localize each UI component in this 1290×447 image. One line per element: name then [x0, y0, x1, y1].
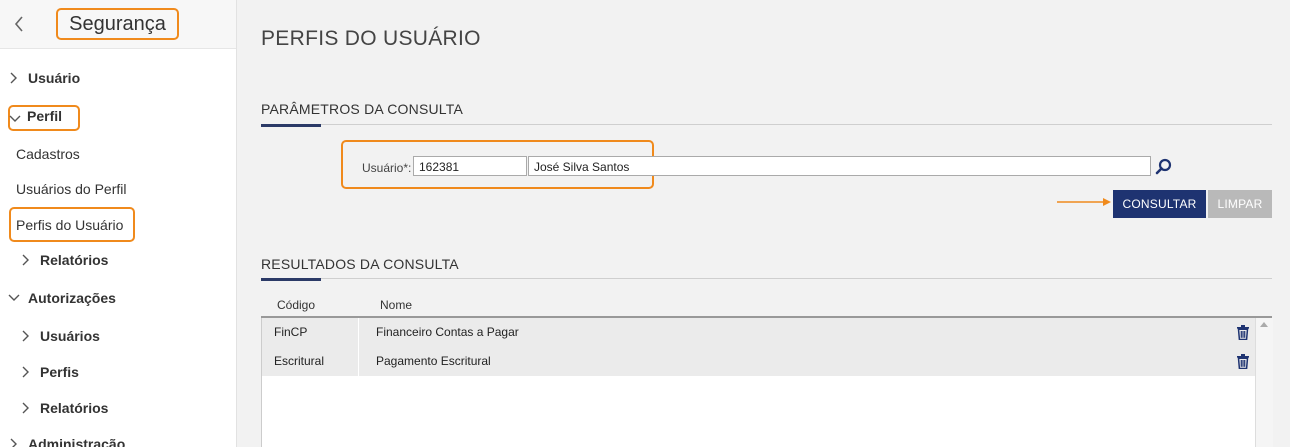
sidebar-item-relatorios[interactable]: Relatórios: [40, 252, 108, 268]
chevron-right-icon: [22, 330, 29, 342]
sidebar-item-usuario[interactable]: Usuário: [28, 70, 80, 86]
table-header: Código Nome: [261, 294, 1272, 318]
search-icon[interactable]: [1154, 157, 1174, 177]
chevron-right-icon: [22, 254, 29, 266]
sidebar-title: Segurança: [56, 8, 179, 40]
chevron-down-icon: [8, 294, 20, 301]
chevron-right-icon: [22, 402, 29, 414]
user-name-input[interactable]: José Silva Santos: [528, 156, 1151, 176]
trash-icon[interactable]: [1236, 354, 1250, 369]
column-separator: [358, 347, 359, 376]
sidebar-item-relatorios-aut[interactable]: Relatórios: [40, 400, 108, 416]
table-row[interactable]: FinCP Financeiro Contas a Pagar: [262, 318, 1256, 348]
chevron-down-icon: [9, 115, 21, 122]
cell-nome: Financeiro Contas a Pagar: [376, 325, 519, 339]
table-row[interactable]: Escritural Pagamento Escritural: [262, 347, 1256, 377]
sidebar: Segurança Usuário Perfil Cadastros Usuár…: [0, 0, 237, 447]
sidebar-header: Segurança: [0, 0, 236, 49]
arrow-icon: [1057, 198, 1111, 206]
back-chevron-icon[interactable]: [11, 14, 29, 34]
sidebar-item-perfil[interactable]: Perfil: [27, 108, 62, 124]
sidebar-item-perfis[interactable]: Perfis: [40, 364, 79, 380]
sidebar-item-autorizacoes[interactable]: Autorizações: [28, 290, 116, 306]
column-header-codigo[interactable]: Código: [277, 298, 315, 312]
trash-icon[interactable]: [1236, 325, 1250, 340]
column-header-nome[interactable]: Nome: [380, 298, 412, 312]
sidebar-item-usuarios-do-perfil[interactable]: Usuários do Perfil: [16, 181, 127, 197]
user-label: Usuário*:: [362, 161, 412, 175]
params-section-title: PARÂMETROS DA CONSULTA: [261, 101, 463, 117]
section-accent: [261, 278, 321, 281]
cell-codigo: Escritural: [274, 354, 325, 368]
cell-nome: Pagamento Escritural: [376, 354, 491, 368]
divider: [261, 124, 1272, 125]
sidebar-item-administracao[interactable]: Administração: [28, 436, 125, 447]
scroll-up-arrow-icon[interactable]: [1260, 322, 1268, 327]
results-section-title: RESULTADOS DA CONSULTA: [261, 256, 459, 272]
column-separator: [358, 318, 359, 347]
section-accent: [261, 124, 321, 127]
sidebar-item-cadastros[interactable]: Cadastros: [16, 146, 80, 162]
vertical-scrollbar[interactable]: [1255, 318, 1273, 447]
table-body: FinCP Financeiro Contas a Pagar Escritur…: [261, 318, 1256, 447]
consultar-button[interactable]: CONSULTAR: [1113, 190, 1206, 218]
limpar-button[interactable]: LIMPAR: [1208, 190, 1272, 218]
sidebar-item-perfis-do-usuario[interactable]: Perfis do Usuário: [16, 217, 123, 233]
page-title: PERFIS DO USUÁRIO: [261, 27, 481, 50]
chevron-right-icon: [10, 72, 17, 84]
divider: [261, 278, 1272, 279]
chevron-right-icon: [10, 438, 17, 447]
sidebar-item-usuarios[interactable]: Usuários: [40, 328, 100, 344]
chevron-right-icon: [22, 366, 29, 378]
results-table: Código Nome FinCP Financeiro Contas a Pa…: [261, 294, 1273, 447]
cell-codigo: FinCP: [274, 325, 308, 339]
user-code-input[interactable]: 162381: [413, 156, 527, 176]
